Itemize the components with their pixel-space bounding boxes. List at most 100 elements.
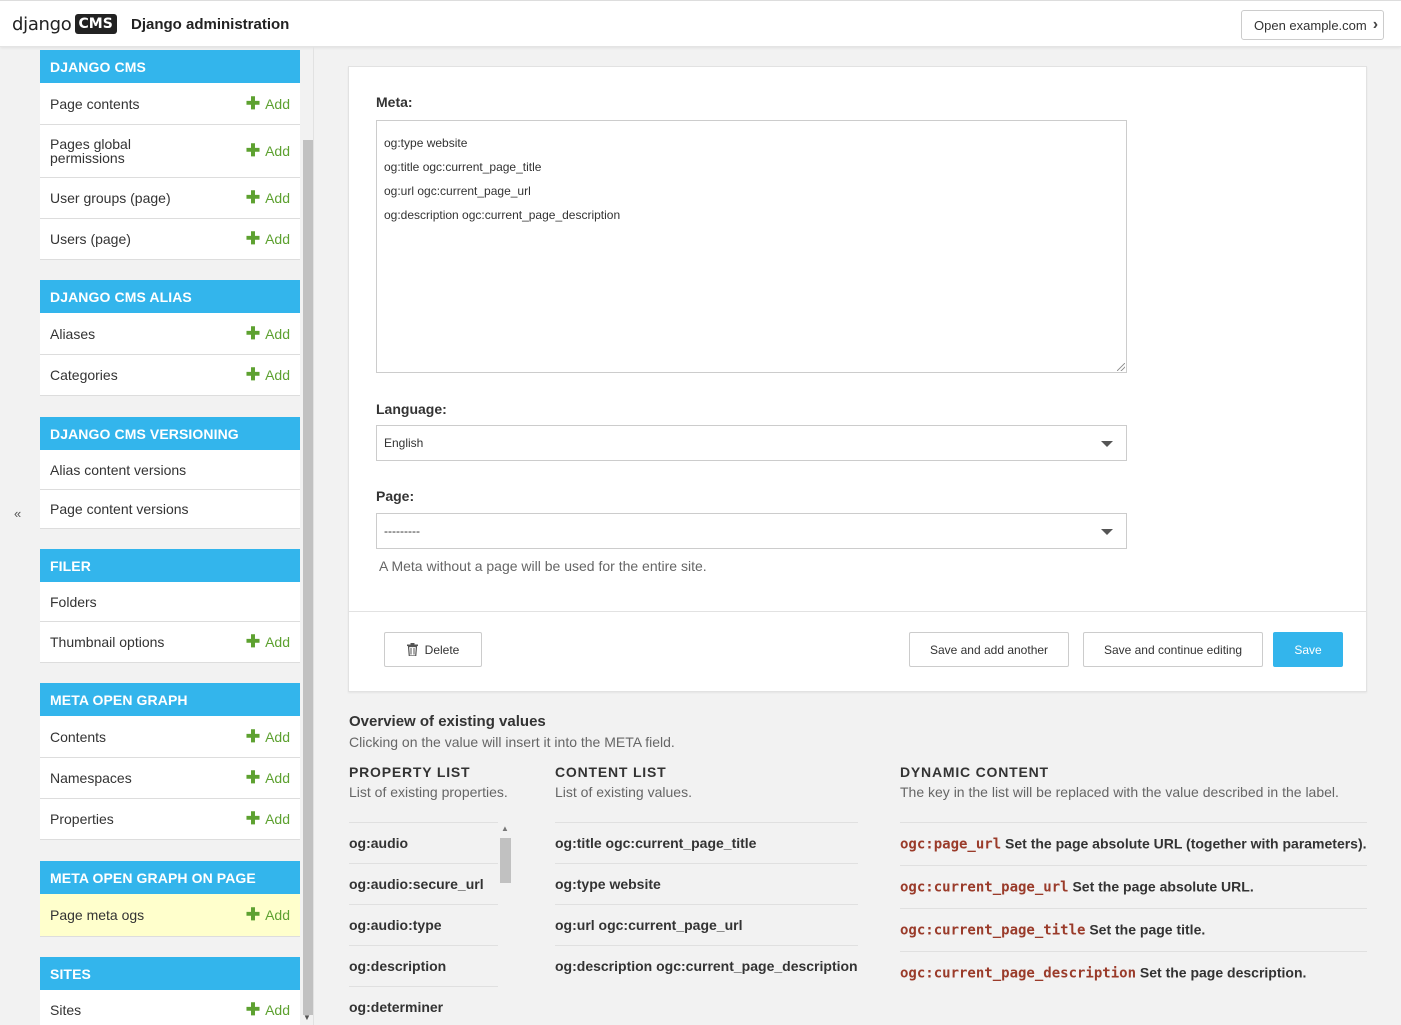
content-item[interactable]: og:type website <box>555 863 858 904</box>
sidebar-item-label[interactable]: Page contents <box>50 97 140 111</box>
add-link[interactable]: ✚ Add <box>246 324 290 344</box>
sidebar-item-categories[interactable]: Categories ✚ Add <box>40 355 300 396</box>
sidebar-item-page-content-versions[interactable]: Page content versions <box>40 490 300 529</box>
content-item[interactable]: og:description ogc:current_page_descript… <box>555 945 858 986</box>
content-item[interactable]: og:title ogc:current_page_title <box>555 822 858 863</box>
sidebar-item-label[interactable]: Folders <box>50 595 97 609</box>
dynamic-item[interactable]: ogc:current_page_title Set the page titl… <box>900 908 1367 951</box>
sidebar-item-label[interactable]: Alias content versions <box>50 463 186 477</box>
resize-handle-icon[interactable] <box>1117 363 1125 371</box>
add-label: Add <box>265 231 290 247</box>
sidebar-item-label[interactable]: Users (page) <box>50 232 131 246</box>
save-and-add-another-button[interactable]: Save and add another <box>909 632 1069 667</box>
sidebar-scrollbar[interactable] <box>303 140 313 1015</box>
meta-label: Meta: <box>376 94 413 110</box>
content-item-label: og:title ogc:current_page_title <box>555 835 757 851</box>
dynamic-key: ogc:current_page_title <box>900 922 1086 939</box>
add-link[interactable]: ✚ Add <box>246 365 290 385</box>
page-value: --------- <box>384 524 420 538</box>
plus-icon: ✚ <box>245 323 261 343</box>
sidebar-item-page-meta-ogs[interactable]: Page meta ogs ✚ Add <box>40 894 300 937</box>
language-select[interactable]: English <box>376 425 1127 461</box>
property-item[interactable]: og:audio <box>349 822 498 863</box>
sidebar-item-label[interactable]: Pages global permissions <box>50 137 150 165</box>
sidebar-item-label[interactable]: Contents <box>50 730 106 744</box>
add-label: Add <box>265 190 290 206</box>
sidebar-item-label[interactable]: Page meta ogs <box>50 908 144 922</box>
save-and-continue-button[interactable]: Save and continue editing <box>1083 632 1263 667</box>
plus-icon: ✚ <box>245 229 261 248</box>
module-header-django-cms-alias[interactable]: DJANGO CMS ALIAS <box>40 280 300 313</box>
scroll-down-arrow-icon[interactable]: ▼ <box>303 1013 311 1022</box>
sidebar-item-alias-content-versions[interactable]: Alias content versions <box>40 450 300 490</box>
dynamic-item[interactable]: ogc:current_page_url Set the page absolu… <box>900 865 1367 908</box>
add-link[interactable]: ✚ Add <box>246 1000 290 1020</box>
scroll-up-arrow-icon[interactable]: ▲ <box>501 824 509 833</box>
module-header-meta-open-graph-on-page[interactable]: META OPEN GRAPH ON PAGE <box>40 861 300 894</box>
delete-button[interactable]: Delete <box>384 632 482 667</box>
django-cms-logo[interactable]: django CMS <box>12 12 117 36</box>
sidebar-collapse-toggle[interactable]: « <box>14 506 21 521</box>
meta-line: og:url ogc:current_page_url <box>384 184 531 198</box>
property-list-scrollbar[interactable] <box>500 838 511 883</box>
property-item[interactable]: og:audio:secure_url <box>349 863 498 904</box>
sidebar-item-folders[interactable]: Folders <box>40 582 300 622</box>
sidebar-item-sites[interactable]: Sites ✚ Add <box>40 990 300 1025</box>
content-item[interactable]: og:url ogc:current_page_url <box>555 904 858 945</box>
sidebar-item-users[interactable]: Users (page) ✚ Add <box>40 219 300 260</box>
sidebar-item-label[interactable]: Page content versions <box>50 502 189 516</box>
meta-form-card: Meta: og:type website og:title ogc:curre… <box>348 66 1367 692</box>
add-link[interactable]: ✚ Add <box>246 188 290 208</box>
add-label: Add <box>265 770 290 786</box>
module-header-django-cms[interactable]: DJANGO CMS <box>40 50 300 83</box>
add-label: Add <box>265 634 290 650</box>
sidebar-item-label[interactable]: Aliases <box>50 327 95 341</box>
sidebar-item-properties[interactable]: Properties ✚ Add <box>40 799 300 840</box>
property-item[interactable]: og:description <box>349 945 498 986</box>
add-link[interactable]: ✚ Add <box>246 229 290 249</box>
sidebar-item-label[interactable]: User groups (page) <box>50 191 171 205</box>
sidebar-item-user-groups[interactable]: User groups (page) ✚ Add <box>40 178 300 219</box>
property-list-heading: PROPERTY LIST <box>349 764 471 780</box>
plus-icon: ✚ <box>245 188 261 207</box>
add-link[interactable]: ✚ Add <box>246 94 290 114</box>
sidebar-item-label[interactable]: Namespaces <box>50 771 132 785</box>
sidebar-item-label[interactable]: Thumbnail options <box>50 635 164 649</box>
sidebar-item-page-contents[interactable]: Page contents ✚ Add <box>40 83 300 125</box>
add-link[interactable]: ✚ Add <box>246 727 290 747</box>
open-site-button[interactable]: Open example.com › <box>1241 10 1384 40</box>
dynamic-item[interactable]: ogc:current_page_description Set the pag… <box>900 951 1367 994</box>
content-item-label: og:url ogc:current_page_url <box>555 917 743 933</box>
meta-textarea[interactable]: og:type website og:title ogc:current_pag… <box>376 120 1127 373</box>
add-link[interactable]: ✚ Add <box>246 768 290 788</box>
sidebar-item-aliases[interactable]: Aliases ✚ Add <box>40 313 300 355</box>
content-list-subtitle: List of existing values. <box>555 784 692 800</box>
add-link[interactable]: ✚ Add <box>246 632 290 652</box>
save-button[interactable]: Save <box>1273 632 1343 667</box>
module-header-meta-open-graph[interactable]: META OPEN GRAPH <box>40 683 300 716</box>
module-header-filer[interactable]: FILER <box>40 549 300 582</box>
sidebar-item-namespaces[interactable]: Namespaces ✚ Add <box>40 758 300 799</box>
module-header-django-cms-versioning[interactable]: DJANGO CMS VERSIONING <box>40 417 300 450</box>
page-select[interactable]: --------- <box>376 513 1127 549</box>
property-item[interactable]: og:determiner <box>349 986 498 1025</box>
module-header-sites[interactable]: SITES <box>40 957 300 990</box>
trash-icon <box>406 643 418 656</box>
property-item-label: og:audio:type <box>349 917 442 933</box>
property-item-label: og:description <box>349 958 447 974</box>
sidebar-nav: DJANGO CMS Page contents ✚ Add Pages glob… <box>40 50 300 1025</box>
sidebar-item-thumbnail-options[interactable]: Thumbnail options ✚ Add <box>40 622 300 663</box>
add-link[interactable]: ✚ Add <box>246 141 290 161</box>
sidebar-item-label[interactable]: Categories <box>50 368 118 382</box>
sidebar-item-label[interactable]: Sites <box>50 1003 81 1017</box>
sidebar-item-contents[interactable]: Contents ✚ Add <box>40 716 300 758</box>
sidebar-item-label[interactable]: Properties <box>50 812 114 826</box>
sidebar-item-pages-global-permissions[interactable]: Pages global permissions ✚ Add <box>40 125 300 178</box>
add-link[interactable]: ✚ Add <box>246 809 290 829</box>
dynamic-item[interactable]: ogc:page_url Set the page absolute URL (… <box>900 822 1367 865</box>
plus-icon: ✚ <box>245 365 261 384</box>
sidebar-divider <box>313 47 314 1025</box>
add-link[interactable]: ✚ Add <box>246 905 290 925</box>
property-item[interactable]: og:audio:type <box>349 904 498 945</box>
add-label: Add <box>265 143 290 159</box>
